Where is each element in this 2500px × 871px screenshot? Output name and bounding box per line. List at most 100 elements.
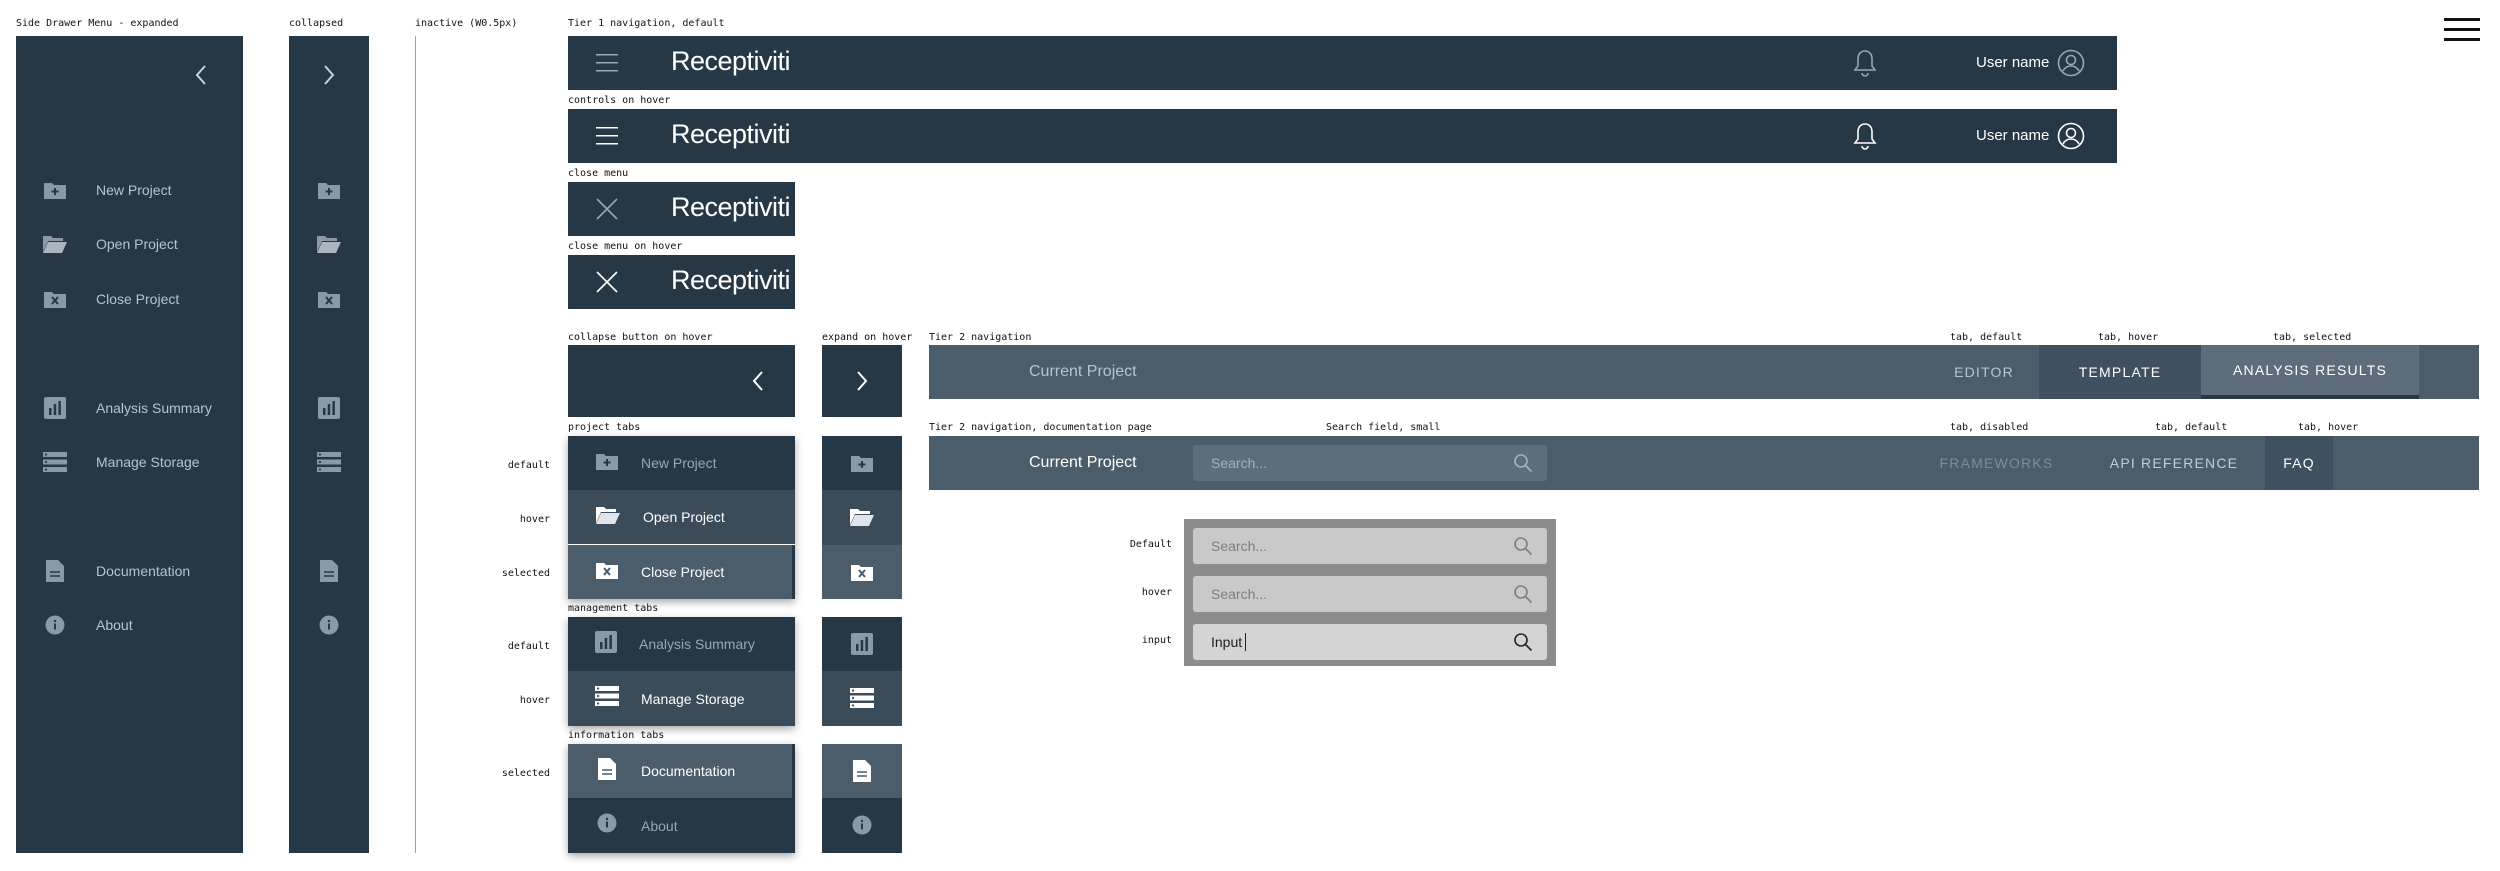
search-input-value: Input: [1211, 634, 1243, 650]
caption-management-tabs: management tabs: [568, 603, 659, 614]
project-tab-hover[interactable]: Open Project: [568, 490, 795, 544]
tab-label: New Project: [641, 455, 717, 471]
caption-tab-default: tab, default: [1950, 332, 2023, 343]
storage-icon[interactable]: [316, 449, 342, 475]
state-label-selected: selected: [501, 568, 550, 579]
project-tab-default[interactable]: New Project: [568, 436, 795, 490]
tab-faq[interactable]: FAQ: [2265, 436, 2333, 490]
caption-information-tabs: information tabs: [568, 730, 665, 741]
user-avatar-icon[interactable]: [2057, 122, 2085, 155]
collapsed-tab-hover[interactable]: [822, 671, 902, 726]
caption-close-menu-hover: close menu on hover: [568, 241, 683, 252]
search-placeholder: Search...: [1211, 455, 1268, 471]
hamburger-icon[interactable]: [596, 53, 618, 78]
management-tabs-collapsed: [822, 617, 902, 726]
user-name[interactable]: User name: [1976, 127, 2049, 144]
caption-collapsed: collapsed: [289, 18, 344, 29]
new-folder-icon[interactable]: [316, 177, 342, 203]
hamburger-icon[interactable]: [596, 126, 618, 151]
search-placeholder: Search...: [1211, 538, 1268, 554]
storage-icon: [595, 686, 619, 711]
tab-label: Open Project: [643, 509, 725, 525]
state-label-default: default: [507, 460, 550, 471]
collapsed-tab-default[interactable]: [822, 436, 902, 490]
tab-template[interactable]: TEMPLATE: [2039, 345, 2201, 399]
search-states-panel: Search... Search... Input: [1184, 519, 1556, 666]
hamburger-menu-icon[interactable]: [2444, 18, 2480, 47]
close-menu-hover: Receptiviti: [568, 255, 795, 309]
search-field-hover[interactable]: Search...: [1193, 576, 1547, 612]
tab-analysis-results[interactable]: ANALYSIS RESULTS: [2201, 345, 2419, 399]
document-icon[interactable]: [316, 558, 342, 584]
side-drawer-expanded: New Project Open Project Close Project A…: [16, 36, 243, 853]
bar-chart-icon[interactable]: [316, 395, 342, 421]
caption-controls-hover: controls on hover: [568, 95, 671, 106]
expand-button-hover[interactable]: [822, 345, 902, 417]
information-tab-default[interactable]: About: [568, 798, 795, 853]
close-icon[interactable]: [595, 270, 619, 299]
caption-collapse-hover: collapse button on hover: [568, 332, 713, 343]
collapsed-tab-selected[interactable]: [822, 545, 902, 599]
tier2-nav: Current Project EDITOR TEMPLATE ANALYSIS…: [929, 345, 2479, 399]
chevron-left-icon: [751, 370, 765, 397]
new-folder-icon: [42, 177, 68, 203]
drawer-item-analysis-summary[interactable]: Analysis Summary: [42, 381, 212, 435]
search-icon[interactable]: [1513, 536, 1533, 561]
tab-api-reference[interactable]: API REFERENCE: [2084, 436, 2264, 490]
drawer-item-new-project[interactable]: New Project: [42, 163, 171, 217]
brand-logo: Receptiviti: [671, 119, 791, 149]
tab-frameworks[interactable]: FRAMEWORKS: [1929, 436, 2064, 490]
state-label-search-default: Default: [1129, 539, 1172, 550]
caption-project-tabs: project tabs: [568, 422, 641, 433]
current-project-title: Current Project: [1029, 454, 1137, 471]
caption-inactive: inactive (W0.5px): [415, 18, 518, 29]
search-icon[interactable]: [1513, 584, 1533, 609]
open-folder-icon[interactable]: [316, 231, 342, 257]
user-name[interactable]: User name: [1976, 54, 2049, 71]
info-icon: [42, 612, 68, 638]
state-label-selected: selected: [501, 768, 550, 779]
close-folder-icon[interactable]: [316, 286, 342, 312]
search-field-input[interactable]: Input: [1193, 624, 1547, 660]
drawer-item-close-project[interactable]: Close Project: [42, 272, 179, 326]
close-menu-default: Receptiviti: [568, 182, 795, 236]
drawer-item-label: Close Project: [96, 291, 180, 307]
information-tab-selected[interactable]: Documentation: [568, 744, 795, 798]
caption-search-small: Search field, small: [1326, 422, 1441, 433]
search-icon[interactable]: [1513, 453, 1533, 478]
expand-chevron-right-icon[interactable]: [322, 64, 336, 91]
drawer-item-label: About: [96, 617, 133, 633]
collapsed-tab-default[interactable]: [822, 617, 902, 671]
collapsed-tab-hover[interactable]: [822, 490, 902, 545]
search-field-small[interactable]: Search...: [1193, 445, 1547, 481]
project-tab-selected[interactable]: Close Project: [568, 545, 795, 599]
info-icon[interactable]: [316, 612, 342, 638]
management-tab-default[interactable]: Analysis Summary: [568, 617, 795, 671]
bell-icon[interactable]: [1853, 122, 1877, 155]
drawer-item-manage-storage[interactable]: Manage Storage: [42, 435, 200, 489]
tab-label: Manage Storage: [641, 690, 745, 707]
collapse-button-hover[interactable]: [568, 345, 795, 417]
drawer-item-about[interactable]: About: [42, 598, 133, 652]
user-avatar-icon[interactable]: [2057, 49, 2085, 82]
search-field-default[interactable]: Search...: [1193, 528, 1547, 564]
collapse-chevron-left-icon[interactable]: [194, 64, 208, 91]
bar-chart-icon: [42, 395, 68, 421]
drawer-item-documentation[interactable]: Documentation: [42, 544, 190, 598]
tab-label: Close Project: [641, 564, 725, 580]
collapsed-tab-selected[interactable]: [822, 744, 902, 798]
caption-drawer-expanded: Side Drawer Menu - expanded: [16, 18, 179, 29]
tab-editor[interactable]: EDITOR: [1929, 345, 2039, 399]
drawer-item-label: Open Project: [96, 236, 178, 252]
drawer-item-open-project[interactable]: Open Project: [42, 217, 178, 271]
collapsed-tab-default[interactable]: [822, 798, 902, 853]
tab-label: About: [641, 817, 678, 834]
project-tabs-panel: New Project Open Project Close Project: [568, 436, 795, 599]
search-icon[interactable]: [1513, 632, 1533, 657]
close-icon[interactable]: [595, 197, 619, 226]
tier1-nav-hover: Receptiviti User name: [568, 109, 2117, 163]
bell-icon[interactable]: [1853, 49, 1877, 82]
management-tab-hover[interactable]: Manage Storage: [568, 671, 795, 726]
drawer-item-label: Analysis Summary: [96, 400, 212, 416]
search-placeholder: Search...: [1211, 586, 1268, 602]
